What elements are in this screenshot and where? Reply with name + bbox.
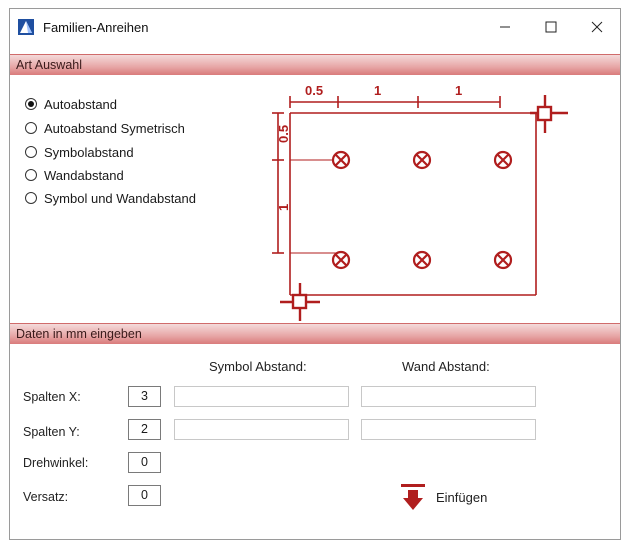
insert-button[interactable]: Einfügen [400,483,487,511]
column-header-wall-spacing: Wand Abstand: [402,359,490,374]
radio-button-icon [25,192,37,204]
dim-label: 1 [374,83,381,98]
radio-symbol-und-wandabstand[interactable]: Symbol und Wandabstand [25,189,196,207]
corner-marker-box [291,293,308,310]
section-header-type: Art Auswahl [10,54,620,75]
label-columns-y: Spalten Y: [23,425,80,439]
arrow-down-insert-icon [401,484,425,510]
symbol-icon [493,150,513,170]
columns-y-symbol-spacing-field[interactable] [174,419,349,440]
dim-label: 0.5 [276,125,291,143]
app-logo-icon [18,19,34,35]
radio-button-icon [25,169,37,181]
radio-label: Symbolabstand [44,144,134,160]
label-rotation: Drehwinkel: [23,456,89,470]
columns-y-input[interactable]: 2 [128,419,161,440]
radio-wandabstand[interactable]: Wandabstand [25,166,124,184]
columns-x-input[interactable]: 3 [128,386,161,407]
section-type-title: Art Auswahl [16,58,83,72]
radio-autoabstand[interactable]: Autoabstand [25,95,117,113]
offset-input[interactable]: 0 [128,485,161,506]
maximize-icon [545,21,557,33]
symbol-icon [412,250,432,270]
title-bar: Familien-Anreihen [10,9,620,45]
close-icon [591,21,603,33]
close-button[interactable] [574,9,620,45]
spacing-diagram: 0.5 1 1 0.5 1 [272,83,568,321]
radio-button-icon [25,146,37,158]
minimize-icon [500,26,510,28]
radio-label: Autoabstand Symetrisch [44,120,185,136]
minimize-button[interactable] [482,9,528,45]
label-columns-x: Spalten X: [23,390,81,404]
corner-marker-box [536,105,553,122]
column-header-symbol-spacing: Symbol Abstand: [209,359,307,374]
symbol-icon [412,150,432,170]
columns-y-wall-spacing-field[interactable] [361,419,536,440]
symbol-icon [493,250,513,270]
symbol-icon [331,250,351,270]
radio-label: Wandabstand [44,167,124,183]
radio-symbolabstand[interactable]: Symbolabstand [25,143,134,161]
radio-autoabstand-symetrisch[interactable]: Autoabstand Symetrisch [25,119,185,137]
rotation-input[interactable]: 0 [128,452,161,473]
maximize-button[interactable] [528,9,574,45]
label-offset: Versatz: [23,490,69,504]
columns-x-symbol-spacing-field[interactable] [174,386,349,407]
dim-label: 0.5 [305,83,323,98]
radio-label: Autoabstand [44,96,118,112]
dim-label: 1 [276,204,291,211]
radio-button-icon [25,122,37,134]
symbol-icon [331,150,351,170]
insert-button-label: Einfügen [436,489,488,505]
dim-label: 1 [455,83,462,98]
section-data-title: Daten in mm eingeben [16,327,142,341]
columns-x-wall-spacing-field[interactable] [361,386,536,407]
section-header-data: Daten in mm eingeben [10,323,620,344]
radio-button-icon [25,98,37,110]
window-title: Familien-Anreihen [43,20,149,35]
radio-label: Symbol und Wandabstand [44,190,197,206]
families-array-window: Familien-Anreihen Art Auswahl Autoabstan… [9,8,621,540]
